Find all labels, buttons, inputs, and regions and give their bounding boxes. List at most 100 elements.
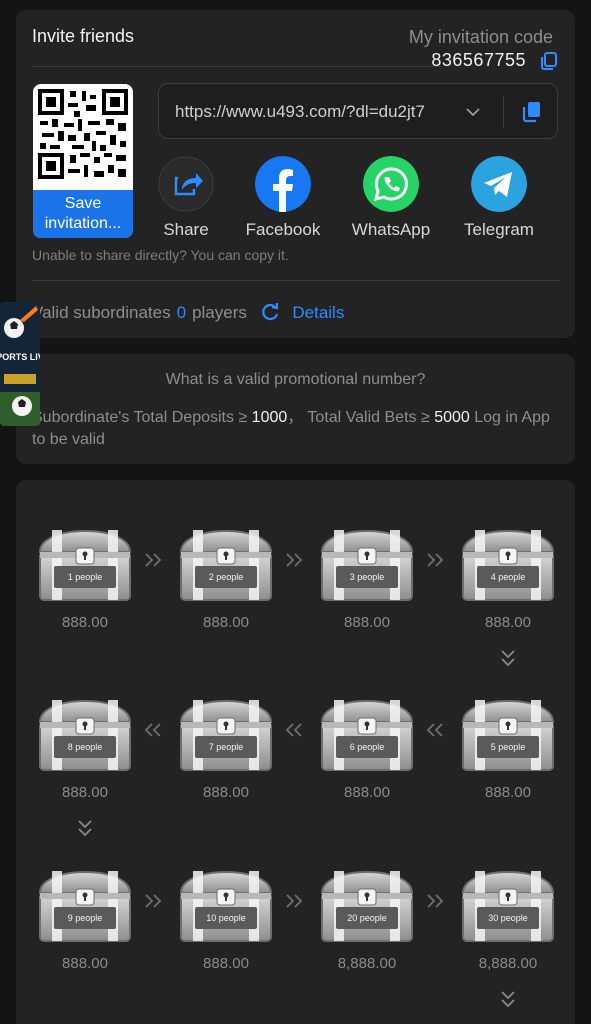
reward-chest[interactable]: 20 people: [316, 859, 418, 945]
double-chevron-right-icon: [286, 553, 303, 567]
double-chevron-down-icon: [501, 650, 515, 667]
valid-subordinates-row: Valid subordinates 0 players Details: [32, 302, 344, 323]
facebook-share-button[interactable]: Facebook: [238, 156, 328, 240]
qr-code-image: [38, 89, 128, 179]
chest-reward-value: 888.00: [344, 614, 390, 631]
treasure-chest-icon: [320, 871, 414, 942]
whatsapp-icon: [363, 156, 419, 212]
treasure-chest-icon: [179, 700, 273, 771]
reward-chest[interactable]: 10 people: [175, 859, 277, 945]
chest-reward-value: 888.00: [485, 784, 531, 801]
chest-reward-value: 8,888.00: [337, 955, 397, 972]
chest-people-label: 20 people: [347, 913, 387, 923]
double-chevron-down-icon: [501, 991, 515, 1008]
chest-reward-value: 888.00: [62, 614, 108, 631]
treasure-chest-icon: [38, 700, 132, 771]
double-chevron-right-icon: [145, 894, 162, 908]
treasure-chest-icon: [461, 530, 555, 601]
reward-chest[interactable]: 30 people: [457, 859, 559, 945]
reward-chest[interactable]: 4 people: [457, 518, 559, 604]
invite-title: Invite friends: [32, 26, 135, 46]
treasure-chest-icon: [38, 871, 132, 942]
valid-subordinates-count: 0: [176, 303, 187, 322]
copy-url-icon[interactable]: [521, 100, 543, 124]
double-chevron-left-icon: [144, 723, 161, 737]
invitation-url-field[interactable]: https://www.u493.com/?dl=du2jt7: [158, 83, 558, 139]
sports-live-badge[interactable]: SPORTS LIVE: [0, 302, 40, 426]
promo-rule-card: What is a valid promotional number? Subo…: [16, 354, 575, 464]
chest-reward-value: 888.00: [62, 784, 108, 801]
refresh-icon[interactable]: [260, 302, 280, 322]
save-invitation-button[interactable]: Save invitation...: [33, 190, 133, 238]
treasure-chest-icon: [320, 530, 414, 601]
rule-prefix: Subordinate's Total Deposits ≥: [32, 409, 252, 426]
double-chevron-left-icon: [426, 723, 443, 737]
invitation-code-value: 836567755: [431, 50, 526, 70]
url-divider: [503, 96, 504, 128]
chevron-down-icon[interactable]: [465, 104, 481, 120]
share-label: Share: [163, 220, 209, 239]
chest-people-label: 7 people: [208, 742, 244, 752]
chest-people-label: 9 people: [67, 913, 103, 923]
chest-people-label: 30 people: [488, 913, 528, 923]
reward-chest[interactable]: 9 people: [34, 859, 136, 945]
facebook-label: Facebook: [245, 220, 321, 239]
sports-live-text: SPORTS LIVE: [0, 352, 40, 362]
copy-code-icon[interactable]: [539, 51, 559, 71]
chest-people-label: 10 people: [206, 913, 246, 923]
chest-reward-value: 888.00: [203, 955, 249, 972]
chest-people-label: 1 people: [67, 572, 103, 582]
reward-chest[interactable]: 1 people: [34, 518, 136, 604]
chest-reward-value: 888.00: [203, 614, 249, 631]
share-button[interactable]: Share: [141, 156, 231, 240]
treasure-chest-icon: [461, 700, 555, 771]
reward-chest[interactable]: 6 people: [316, 688, 418, 774]
double-chevron-right-icon: [427, 553, 444, 567]
rewards-card: 1 people 888.00 2 people 888.00 3 people…: [16, 480, 575, 1024]
treasure-chest-icon: [179, 530, 273, 601]
sports-live-graphic: SPORTS LIVE: [0, 302, 40, 426]
double-chevron-down-icon: [78, 820, 92, 837]
details-link[interactable]: Details: [292, 303, 344, 322]
whatsapp-label: WhatsApp: [351, 220, 431, 239]
promo-question: What is a valid promotional number?: [165, 371, 426, 388]
title-divider: [32, 66, 441, 67]
telegram-label: Telegram: [464, 220, 534, 239]
double-chevron-right-icon: [427, 894, 444, 908]
whatsapp-share-button[interactable]: WhatsApp: [346, 156, 436, 240]
treasure-chest-icon: [38, 530, 132, 601]
telegram-share-button[interactable]: Telegram: [454, 156, 544, 240]
rule-mid: ， Total Valid Bets ≥: [287, 409, 435, 426]
chest-reward-value: 888.00: [203, 784, 249, 801]
invitation-code-label: My invitation code: [408, 27, 553, 47]
treasure-chest-icon: [179, 871, 273, 942]
chest-reward-value: 8,888.00: [478, 955, 538, 972]
chest-people-label: 8 people: [67, 742, 103, 752]
double-chevron-right-icon: [286, 894, 303, 908]
double-chevron-left-icon: [285, 723, 302, 737]
share-note: Unable to share directly? You can copy i…: [32, 247, 289, 263]
chest-people-label: 5 people: [490, 742, 526, 752]
promo-rule-text: Subordinate's Total Deposits ≥ 1000， Tot…: [32, 407, 559, 451]
share-icon: [158, 156, 214, 212]
facebook-icon: [255, 156, 311, 212]
reward-chest[interactable]: 5 people: [457, 688, 559, 774]
telegram-icon: [471, 156, 527, 212]
chest-people-label: 4 people: [490, 572, 526, 582]
qr-code-card[interactable]: Save invitation...: [33, 84, 133, 238]
chest-people-label: 3 people: [349, 572, 385, 582]
invite-card: Invite friends My invitation code 836567…: [16, 10, 575, 338]
chest-people-label: 2 people: [208, 572, 244, 582]
reward-chest[interactable]: 8 people: [34, 688, 136, 774]
rule-bets-value: 5000: [434, 409, 470, 426]
treasure-chest-icon: [320, 700, 414, 771]
invitation-url: https://www.u493.com/?dl=du2jt7: [175, 102, 425, 121]
treasure-chest-icon: [461, 871, 555, 942]
reward-chest[interactable]: 3 people: [316, 518, 418, 604]
double-chevron-right-icon: [145, 553, 162, 567]
valid-subordinates-unit: players: [192, 303, 247, 322]
reward-chest[interactable]: 7 people: [175, 688, 277, 774]
chest-reward-value: 888.00: [485, 614, 531, 631]
reward-chest[interactable]: 2 people: [175, 518, 277, 604]
chest-reward-value: 888.00: [62, 955, 108, 972]
